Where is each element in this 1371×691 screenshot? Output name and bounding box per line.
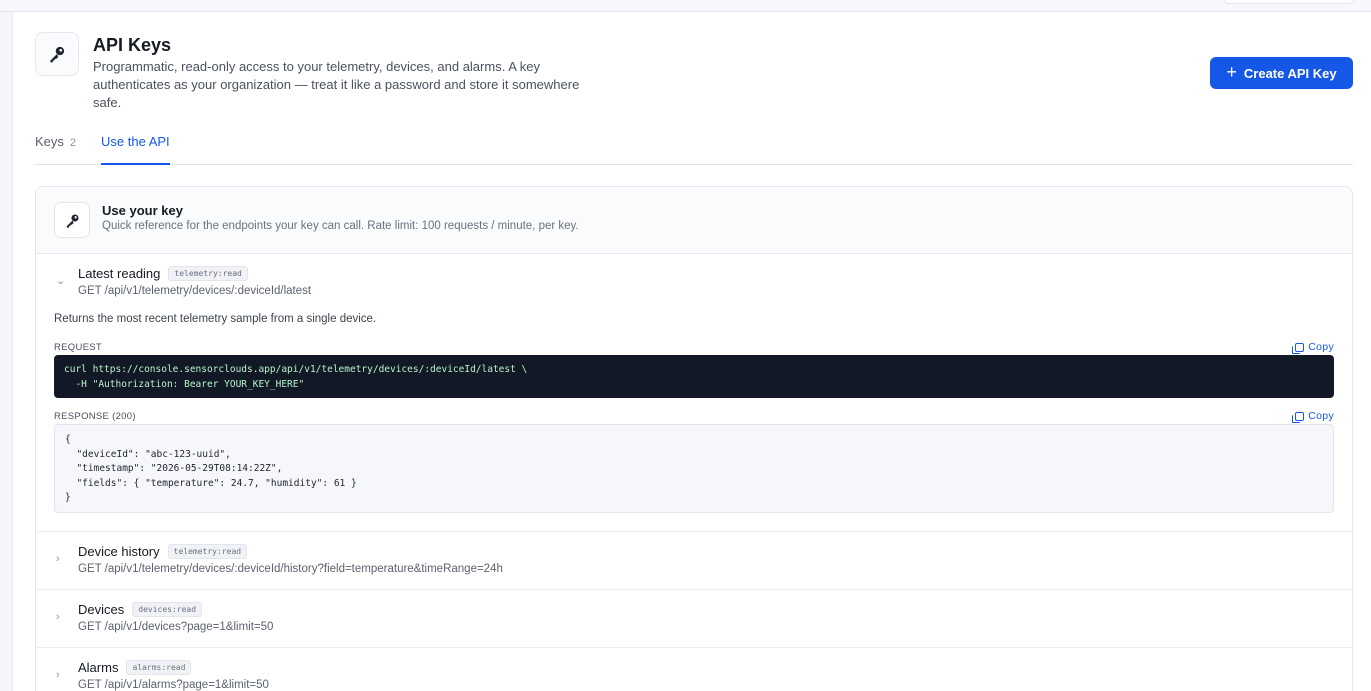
- scope-badge: telemetry:read: [168, 266, 248, 281]
- key-icon: [54, 202, 90, 238]
- request-code-block: curl https://console.sensorclouds.app/ap…: [54, 355, 1334, 398]
- main-content: API Keys Programmatic, read-only access …: [12, 12, 1371, 691]
- page-title: API Keys: [93, 35, 172, 55]
- endpoint-name: Latest reading: [78, 266, 161, 281]
- endpoint-name: Device history: [78, 544, 160, 559]
- response-label: RESPONSE (200): [54, 410, 136, 422]
- top-bar: [0, 0, 1371, 12]
- endpoint-toggle[interactable]: › Device history telemetry:read GET /api…: [36, 532, 1352, 589]
- plus-icon: +: [1226, 62, 1237, 82]
- endpoint-details: Returns the most recent telemetry sample…: [36, 311, 1352, 531]
- chevron-right-icon: ›: [56, 611, 60, 623]
- endpoint-description: Returns the most recent telemetry sample…: [54, 313, 377, 325]
- scope-badge: telemetry:read: [167, 544, 248, 559]
- tab-use-the-api[interactable]: Use the API: [101, 134, 170, 165]
- endpoint-toggle[interactable]: › Devices devices:read GET /api/v1/devic…: [36, 590, 1352, 647]
- copy-label: Copy: [1308, 410, 1334, 422]
- endpoint-title-row: Alarms alarms:read: [78, 660, 192, 675]
- use-your-key-card: Use your key Quick reference for the end…: [35, 186, 1353, 691]
- chevron-right-icon: ›: [56, 553, 60, 565]
- endpoint-path: GET /api/v1/devices?page=1&limit=50: [78, 621, 274, 633]
- endpoint-name: Alarms: [78, 660, 119, 675]
- create-api-key-button[interactable]: + Create API Key: [1210, 57, 1353, 89]
- copy-request-button[interactable]: Copy: [1292, 341, 1334, 354]
- scope-badge: alarms:read: [126, 660, 192, 675]
- endpoint-title-row: Latest reading telemetry:read: [78, 266, 248, 281]
- endpoint-devices: › Devices devices:read GET /api/v1/devic…: [36, 590, 1352, 648]
- card-title: Use your key: [102, 203, 183, 218]
- create-api-key-label: Create API Key: [1243, 65, 1337, 81]
- endpoint-title-row: Device history telemetry:read: [78, 544, 248, 559]
- request-label: REQUEST: [54, 341, 103, 353]
- endpoint-latest-reading: ⌄ Latest reading telemetry:read GET /api…: [36, 254, 1352, 532]
- tab-bar: Keys 2 Use the API: [35, 130, 1353, 165]
- page-description: Programmatic, read-only access to your t…: [93, 59, 580, 110]
- chevron-right-icon: ›: [56, 669, 60, 681]
- endpoint-name: Devices: [78, 602, 125, 617]
- endpoint-alarms: › Alarms alarms:read GET /api/v1/alarms?…: [36, 648, 1352, 691]
- endpoint-device-history: › Device history telemetry:read GET /api…: [36, 532, 1352, 590]
- key-icon: [35, 32, 79, 76]
- response-header: RESPONSE (200) Copy: [54, 408, 1334, 424]
- card-subtitle: Quick reference for the endpoints your k…: [102, 220, 579, 232]
- tab-keys-count: 2: [69, 137, 77, 149]
- endpoint-title-row: Devices devices:read: [78, 602, 203, 617]
- request-header: REQUEST Copy: [54, 339, 1334, 355]
- endpoint-path: GET /api/v1/telemetry/devices/:deviceId/…: [78, 285, 312, 297]
- copy-icon: [1292, 342, 1305, 354]
- copy-label: Copy: [1308, 341, 1334, 353]
- card-header: Use your key Quick reference for the end…: [36, 187, 1352, 254]
- scope-badge: devices:read: [132, 602, 203, 617]
- tab-use-the-api-label: Use the API: [101, 134, 170, 149]
- chevron-down-icon: ⌄: [56, 275, 66, 287]
- copy-icon: [1292, 411, 1305, 423]
- endpoint-path: GET /api/v1/alarms?page=1&limit=50: [78, 679, 269, 691]
- tab-keys-label: Keys: [35, 134, 64, 149]
- copy-response-button[interactable]: Copy: [1292, 410, 1334, 423]
- endpoint-toggle[interactable]: ⌄ Latest reading telemetry:read GET /api…: [36, 254, 1352, 311]
- endpoint-path: GET /api/v1/telemetry/devices/:deviceId/…: [78, 563, 503, 575]
- tab-keys[interactable]: Keys 2: [35, 134, 76, 165]
- response-code-block: { "deviceId": "abc-123-uuid", "timestamp…: [54, 424, 1334, 513]
- endpoint-toggle[interactable]: › Alarms alarms:read GET /api/v1/alarms?…: [36, 648, 1352, 691]
- top-bar-control[interactable]: [1223, 0, 1355, 4]
